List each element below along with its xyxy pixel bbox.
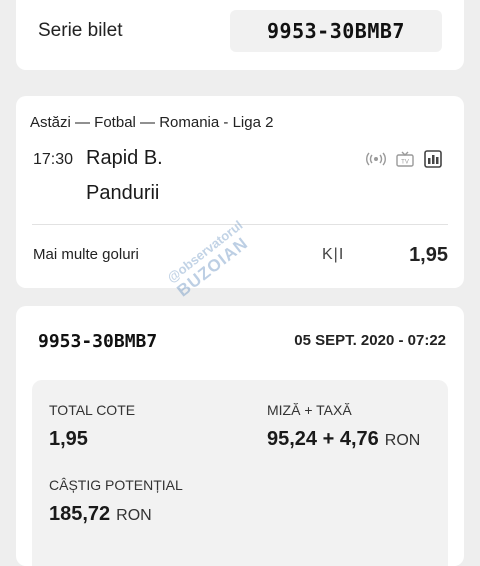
ticket-code: 9953-30BMB7 (38, 331, 158, 352)
live-stream-icon[interactable] (366, 151, 386, 167)
stake-value: 95,24 + 4,76 (267, 428, 379, 450)
tv-icon[interactable]: TV (396, 151, 414, 167)
ticket-summary-card: 9953-30BMB7 05 SEPT. 2020 - 07:22 TOTAL … (16, 306, 464, 566)
svg-text:TV: TV (401, 160, 409, 166)
selection-odds: 1,95 (409, 244, 448, 266)
team-home: Rapid B. (86, 147, 163, 169)
statistics-icon[interactable] (424, 150, 442, 168)
stake-currency: RON (384, 432, 421, 449)
ticket-series-code[interactable]: 9953-30BMB7 (230, 10, 442, 52)
stake-value-group: 95,24 + 4,76 RON (267, 428, 420, 451)
event-card: Astăzi — Fotbal — Romania - Liga 2 17:30… (16, 96, 464, 288)
total-odds-label: TOTAL COTE (49, 402, 136, 418)
potential-win-label: CÂȘTIG POTENȚIAL (49, 477, 183, 493)
stake-label: MIZĂ + TAXĂ (267, 402, 352, 418)
potential-win-value: 185,72 (49, 503, 111, 525)
team-away: Pandurii (86, 182, 160, 204)
event-header: Astăzi — Fotbal — Romania - Liga 2 (30, 114, 274, 131)
ticket-totals-panel: TOTAL COTE 1,95 MIZĂ + TAXĂ 95,24 + 4,76… (32, 380, 448, 566)
live-indicator: K|I (322, 246, 345, 263)
market-name: Mai multe goluri (33, 246, 139, 263)
ticket-series-label: Serie bilet (38, 20, 123, 41)
potential-win-currency: RON (116, 507, 152, 524)
event-divider (32, 224, 448, 225)
total-odds-value: 1,95 (49, 428, 88, 450)
ticket-series-card: Serie bilet 9953-30BMB7 (16, 0, 464, 70)
event-time: 17:30 (33, 151, 74, 168)
event-icons: TV (366, 150, 442, 168)
potential-win-group: 185,72 RON (49, 503, 152, 526)
ticket-date: 05 SEPT. 2020 - 07:22 (294, 332, 446, 349)
